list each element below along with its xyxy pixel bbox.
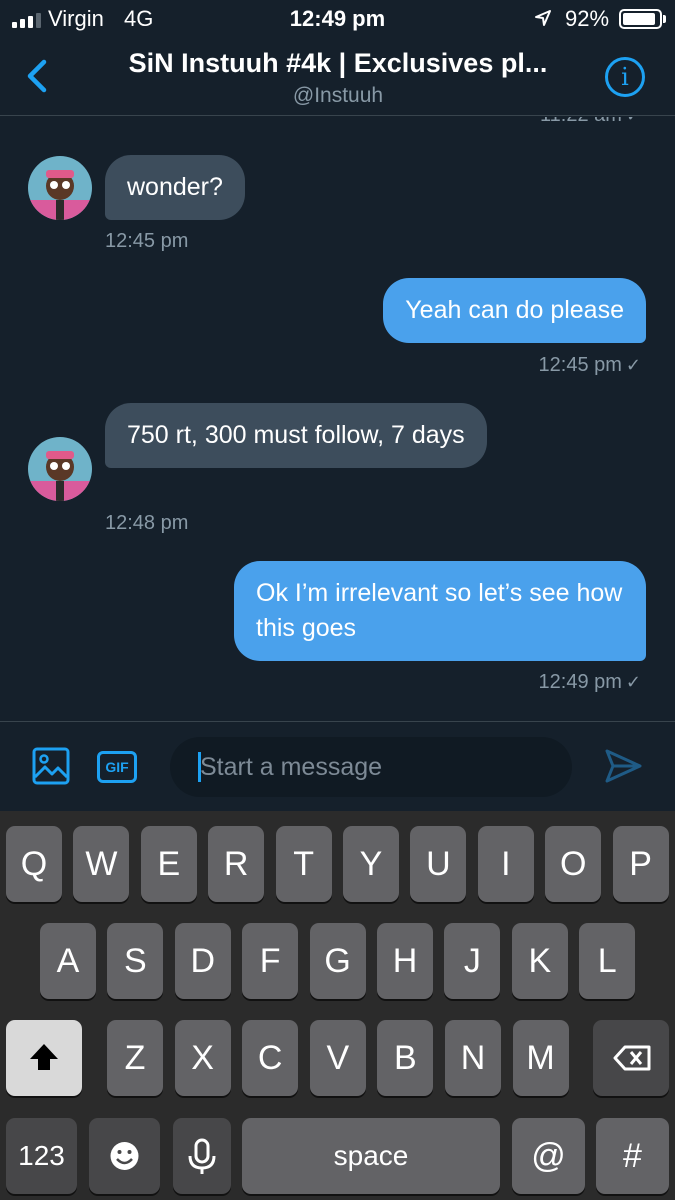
- incoming-message-bubble[interactable]: wonder?: [105, 155, 245, 220]
- key-y[interactable]: Y: [343, 826, 399, 902]
- key-p[interactable]: P: [612, 826, 669, 902]
- message-thread[interactable]: 11:22 am✓ wonder? 12:45 pm Yeah can do p…: [0, 117, 675, 721]
- read-check-icon: ✓: [625, 355, 641, 375]
- key-c[interactable]: C: [242, 1020, 299, 1096]
- key-g[interactable]: G: [309, 923, 366, 999]
- outgoing-message-bubble[interactable]: Ok I’m irrelevant so let’s see how this …: [234, 561, 646, 661]
- shift-key[interactable]: [6, 1020, 82, 1096]
- avatar-image: [28, 156, 92, 220]
- emoji-key[interactable]: [89, 1118, 160, 1194]
- backspace-key[interactable]: [593, 1020, 669, 1096]
- key-m[interactable]: M: [512, 1020, 569, 1096]
- conversation-header: SiN Instuuh #4k | Exclusives pl... @Inst…: [0, 38, 675, 116]
- key-l[interactable]: L: [579, 923, 636, 999]
- message-timestamp: 12:48 pm: [105, 512, 189, 534]
- gif-button[interactable]: GIF: [97, 751, 137, 783]
- avatar-image: [28, 437, 92, 501]
- message-timestamp: 12:45 pm ✓: [538, 354, 641, 376]
- key-e[interactable]: E: [140, 826, 197, 902]
- key-n[interactable]: N: [445, 1020, 501, 1096]
- sender-avatar[interactable]: [28, 437, 92, 501]
- conversation-handle: @Instuuh: [292, 84, 384, 107]
- key-b[interactable]: B: [377, 1020, 434, 1096]
- message-timestamp-cut: 11:22 am✓: [540, 117, 641, 127]
- key-i[interactable]: I: [477, 826, 534, 902]
- image-icon[interactable]: [32, 747, 70, 785]
- dictation-key[interactable]: [173, 1118, 231, 1194]
- message-composer: GIF: [0, 721, 675, 811]
- send-icon[interactable]: [603, 746, 643, 786]
- hash-key[interactable]: #: [596, 1118, 669, 1194]
- backspace-icon: [613, 1045, 651, 1071]
- read-check-icon: ✓: [625, 672, 641, 692]
- message-input[interactable]: [170, 737, 572, 797]
- key-d[interactable]: D: [174, 923, 231, 999]
- key-v[interactable]: V: [309, 1020, 366, 1096]
- key-x[interactable]: X: [174, 1020, 231, 1096]
- incoming-message-bubble[interactable]: 750 rt, 300 must follow, 7 days: [105, 403, 487, 468]
- key-o[interactable]: O: [545, 826, 602, 902]
- numbers-key[interactable]: 123: [6, 1118, 77, 1194]
- key-a[interactable]: A: [40, 923, 96, 999]
- outgoing-message-bubble[interactable]: Yeah can do please: [383, 278, 646, 343]
- battery-percentage: 92%: [565, 6, 610, 31]
- key-h[interactable]: H: [377, 923, 433, 999]
- key-r[interactable]: R: [208, 826, 265, 902]
- emoji-icon: [110, 1142, 139, 1170]
- text-caret: [198, 752, 201, 782]
- message-timestamp: 12:45 pm: [105, 230, 189, 252]
- battery-level: [623, 13, 655, 25]
- status-bar: Virgin 4G 12:49 pm 92%: [0, 0, 675, 38]
- back-chevron-icon[interactable]: [20, 56, 52, 96]
- read-check-icon: ✓: [626, 117, 641, 125]
- battery-icon: [619, 9, 662, 29]
- sender-avatar[interactable]: [28, 156, 92, 220]
- battery-tip: [663, 15, 666, 23]
- microphone-icon: [188, 1138, 216, 1174]
- key-t[interactable]: T: [275, 826, 332, 902]
- on-screen-keyboard: QWERTYUIOP ASDFGHJKL ZXCVBNM 123 space @…: [0, 811, 675, 1200]
- space-key[interactable]: space: [242, 1118, 500, 1194]
- key-j[interactable]: J: [444, 923, 501, 999]
- message-timestamp: 12:49 pm ✓: [538, 671, 641, 693]
- key-w[interactable]: W: [73, 826, 130, 902]
- location-arrow-icon: [535, 10, 551, 26]
- key-k[interactable]: K: [511, 923, 568, 999]
- conversation-title[interactable]: SiN Instuuh #4k | Exclusives pl...: [70, 48, 606, 79]
- shift-icon: [30, 1044, 58, 1070]
- key-f[interactable]: F: [242, 923, 299, 999]
- key-q[interactable]: Q: [6, 826, 62, 902]
- info-icon[interactable]: i: [605, 57, 645, 97]
- key-u[interactable]: U: [410, 826, 467, 902]
- at-key[interactable]: @: [512, 1118, 585, 1194]
- key-s[interactable]: S: [107, 923, 164, 999]
- key-z[interactable]: Z: [107, 1020, 163, 1096]
